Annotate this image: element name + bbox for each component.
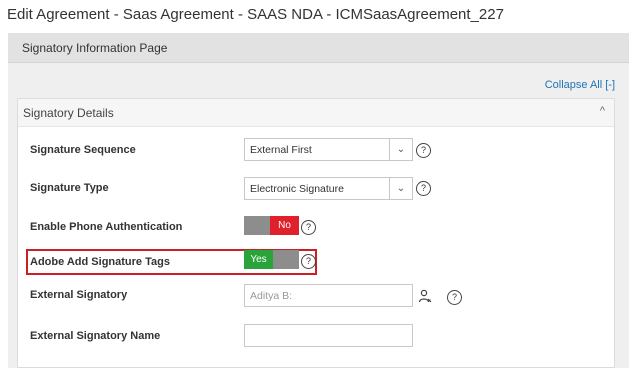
question-circle-icon[interactable]: ? bbox=[301, 254, 316, 269]
signature-type-label: Signature Type bbox=[30, 182, 109, 194]
toggle-yes-state: Yes bbox=[244, 250, 273, 269]
signature-type-value: Electronic Signature bbox=[250, 183, 344, 195]
signature-sequence-label: Signature Sequence bbox=[30, 144, 136, 156]
external-signatory-placeholder: Aditya B: bbox=[250, 290, 293, 302]
signature-sequence-select[interactable]: External First ⌄ bbox=[244, 138, 413, 161]
adobe-tags-toggle[interactable]: Yes bbox=[244, 250, 299, 269]
signature-sequence-value: External First bbox=[250, 144, 312, 156]
question-circle-icon[interactable]: ? bbox=[416, 143, 431, 158]
collapse-all-link[interactable]: Collapse All [-] bbox=[545, 79, 615, 91]
panel-header: Signatory Information Page bbox=[8, 33, 629, 63]
section-title: Signatory Details bbox=[23, 106, 114, 120]
question-circle-icon[interactable]: ? bbox=[301, 220, 316, 235]
page-title: Edit Agreement - Saas Agreement - SAAS N… bbox=[7, 6, 504, 23]
toggle-track bbox=[273, 250, 299, 269]
section-header[interactable]: Signatory Details ^ bbox=[18, 99, 614, 127]
person-icon[interactable] bbox=[418, 289, 432, 303]
external-signatory-input[interactable]: Aditya B: bbox=[244, 284, 413, 307]
panel-title: Signatory Information Page bbox=[22, 41, 168, 55]
question-circle-icon[interactable]: ? bbox=[447, 290, 462, 305]
chevron-down-icon[interactable]: ⌄ bbox=[389, 178, 412, 199]
external-signatory-name-input[interactable] bbox=[244, 324, 413, 347]
external-signatory-label: External Signatory bbox=[30, 289, 128, 301]
chevron-up-icon[interactable]: ^ bbox=[600, 105, 605, 117]
toggle-no-state: No bbox=[270, 216, 299, 235]
chevron-down-icon[interactable]: ⌄ bbox=[389, 139, 412, 160]
adobe-tags-label: Adobe Add Signature Tags bbox=[30, 256, 170, 268]
phone-auth-toggle[interactable]: No bbox=[244, 216, 299, 235]
toggle-track bbox=[244, 216, 270, 235]
signature-type-select[interactable]: Electronic Signature ⌄ bbox=[244, 177, 413, 200]
question-circle-icon[interactable]: ? bbox=[416, 181, 431, 196]
phone-auth-label: Enable Phone Authentication bbox=[30, 221, 183, 233]
external-signatory-name-label: External Signatory Name bbox=[30, 330, 161, 342]
